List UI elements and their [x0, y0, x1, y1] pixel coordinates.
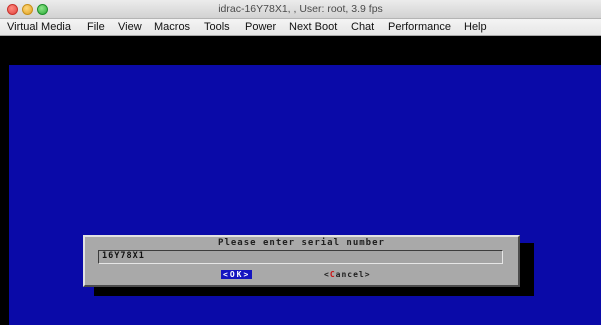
ok-button-label: OK — [229, 270, 244, 279]
serial-number-input[interactable]: 16Y78X1 — [98, 250, 503, 264]
menu-tools[interactable]: Tools — [204, 21, 230, 33]
menu-bar: Virtual Media File View Macros Tools Pow… — [0, 19, 601, 36]
menu-macros[interactable]: Macros — [154, 21, 190, 33]
menu-virtual-media[interactable]: Virtual Media — [7, 21, 71, 33]
menu-power[interactable]: Power — [245, 21, 276, 33]
ok-button-open-bracket: < — [223, 270, 230, 279]
window-title: idrac-16Y78X1, , User: root, 3.9 fps — [218, 3, 383, 15]
cancel-button[interactable]: <Cancel> — [324, 270, 371, 279]
menu-performance[interactable]: Performance — [388, 21, 451, 33]
serial-number-dialog: Please enter serial number 16Y78X1 <OK> … — [83, 235, 520, 287]
serial-number-value: 16Y78X1 — [102, 251, 145, 261]
menu-view[interactable]: View — [118, 21, 142, 33]
ok-button-close-bracket: > — [243, 270, 251, 279]
menu-chat[interactable]: Chat — [351, 21, 374, 33]
menu-file[interactable]: File — [87, 21, 105, 33]
console-top-area — [0, 36, 601, 65]
cancel-button-label: ancel — [335, 270, 365, 279]
dialog-title: Please enter serial number — [218, 238, 385, 248]
window-titlebar: idrac-16Y78X1, , User: root, 3.9 fps — [0, 0, 601, 19]
menu-next-boot[interactable]: Next Boot — [289, 21, 337, 33]
ok-button[interactable]: <OK> — [221, 270, 253, 279]
cancel-button-close-bracket: > — [364, 270, 371, 279]
menu-help[interactable]: Help — [464, 21, 487, 33]
